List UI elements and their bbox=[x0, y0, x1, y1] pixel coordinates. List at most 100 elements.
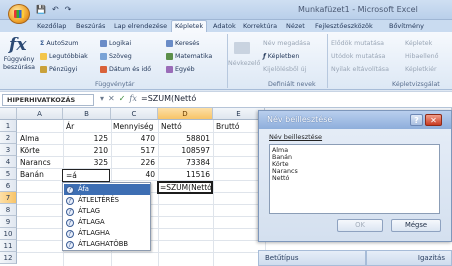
autocomplete-item[interactable]: f ÁTLAG bbox=[64, 206, 150, 217]
list-item[interactable]: Körte bbox=[272, 161, 289, 168]
name-manager-button[interactable]: Névkezelő bbox=[228, 60, 260, 67]
row-header-selected[interactable]: 7 bbox=[0, 192, 17, 204]
table-cell[interactable]: 210 bbox=[63, 145, 108, 157]
tab-formulas[interactable]: Képletek bbox=[171, 20, 208, 32]
dropdown-icon[interactable]: ▾ bbox=[100, 94, 104, 103]
math-button[interactable]: Matematika bbox=[166, 53, 212, 60]
row-header[interactable]: 1 bbox=[0, 120, 17, 132]
undo-icon[interactable]: ↶ bbox=[52, 5, 59, 14]
evaluate-formula-button[interactable]: Képletkiér bbox=[405, 66, 437, 73]
define-name-button[interactable]: Név megadása bbox=[263, 40, 310, 47]
header-cell[interactable]: Nettó bbox=[161, 121, 182, 133]
row-header[interactable]: 8 bbox=[0, 204, 17, 216]
lookup-button[interactable]: Keresés bbox=[166, 40, 199, 47]
table-cell[interactable]: 517 bbox=[111, 145, 155, 157]
save-icon[interactable]: 💾 bbox=[36, 5, 46, 14]
table-cell[interactable]: 108597 bbox=[158, 145, 210, 157]
enter-icon[interactable]: ✓ bbox=[119, 94, 126, 103]
more-functions-button[interactable]: Egyéb bbox=[166, 66, 195, 73]
tab-insert[interactable]: Beszúrás bbox=[73, 21, 108, 32]
autocomplete-item[interactable]: f ÁTLELTÉRÉS bbox=[64, 195, 150, 206]
table-cell[interactable]: 73384 bbox=[158, 157, 210, 169]
formula-autocomplete[interactable]: f Áfa f ÁTLELTÉRÉS f ÁTLAG f ÁTLAGA f ÁTLAGHA… bbox=[62, 182, 151, 251]
remove-arrows-button[interactable]: Nyilak eltávolítása bbox=[331, 66, 389, 73]
name-box[interactable]: HIPERHIVATKOZÁS bbox=[2, 94, 94, 106]
tab-addins[interactable]: Bővítmény bbox=[386, 21, 427, 32]
text-button[interactable]: Szöveg bbox=[100, 53, 132, 60]
header-cell[interactable]: Bruttó bbox=[216, 121, 239, 133]
table-cell[interactable]: 325 bbox=[63, 157, 108, 169]
list-item[interactable]: Nettó bbox=[272, 175, 289, 182]
formula-input[interactable]: =SZUM(Nettó bbox=[141, 94, 196, 103]
row-header[interactable]: 12 bbox=[0, 252, 17, 264]
column-header[interactable]: B bbox=[63, 108, 111, 120]
cell-editor[interactable]: =á bbox=[62, 169, 110, 182]
list-item[interactable]: Banán bbox=[272, 154, 292, 161]
calendar-icon bbox=[100, 66, 107, 73]
row-header[interactable]: 4 bbox=[0, 156, 17, 168]
trace-precedents-button[interactable]: Elődök mutatása bbox=[331, 40, 384, 47]
ribbon: fx Függvény beszúrása Σ AutoSzum Legutóbb… bbox=[0, 32, 452, 90]
row-header[interactable]: 6 bbox=[0, 180, 17, 192]
insert-function-button[interactable]: Függvény beszúrása bbox=[3, 56, 35, 72]
error-checking-button[interactable]: Hibaellenő bbox=[405, 53, 438, 60]
row-header[interactable]: 9 bbox=[0, 216, 17, 228]
active-cell[interactable]: =SZUM(Nettó bbox=[157, 181, 213, 194]
autocomplete-item[interactable]: f ÁTLAGHATÖBB bbox=[64, 239, 150, 250]
cancel-button[interactable]: Mégse bbox=[391, 219, 441, 232]
row-header[interactable]: 11 bbox=[0, 240, 17, 252]
tab-page-layout[interactable]: Lap elrendezése bbox=[111, 21, 170, 32]
office-button[interactable] bbox=[8, 4, 30, 24]
header-cell[interactable]: Mennyiség bbox=[113, 121, 153, 133]
table-cell[interactable]: 11516 bbox=[158, 169, 210, 181]
redo-icon[interactable]: ↷ bbox=[65, 5, 72, 14]
tab-developer[interactable]: Fejlesztőeszközök bbox=[312, 21, 376, 32]
cancel-icon[interactable]: ✕ bbox=[108, 94, 115, 103]
tab-home[interactable]: Kezdőlap bbox=[34, 21, 69, 32]
table-cell[interactable]: 58801 bbox=[158, 133, 210, 145]
row-header[interactable]: 10 bbox=[0, 228, 17, 240]
font-group-tab[interactable]: Betűtípus bbox=[258, 250, 366, 266]
list-item[interactable]: Alma bbox=[272, 147, 288, 154]
datetime-button[interactable]: Dátum és idő bbox=[100, 66, 151, 73]
trace-dependents-button[interactable]: Utódok mutatása bbox=[331, 53, 385, 60]
row-header[interactable]: 3 bbox=[0, 144, 17, 156]
table-cell[interactable]: Körte bbox=[20, 145, 40, 157]
names-listbox[interactable]: Alma Banán Körte Narancs Nettó bbox=[269, 144, 440, 214]
recent-button[interactable]: Legutóbbiak bbox=[40, 53, 88, 60]
show-formulas-button[interactable]: Képletek bbox=[405, 40, 432, 47]
column-header-selected[interactable]: D bbox=[158, 108, 213, 120]
row-header[interactable]: 5 bbox=[0, 168, 17, 180]
create-from-selection-button[interactable]: Kijelölésből új bbox=[263, 66, 306, 73]
column-header[interactable]: C bbox=[111, 108, 158, 120]
autocomplete-item[interactable]: f Áfa bbox=[64, 184, 150, 195]
autocomplete-item[interactable]: f ÁTLAGA bbox=[64, 217, 150, 228]
tab-data[interactable]: Adatok bbox=[210, 21, 239, 32]
table-cell[interactable]: Banán bbox=[20, 169, 44, 181]
logical-button[interactable]: Logikai bbox=[100, 40, 131, 47]
function-icon: f bbox=[66, 185, 74, 194]
help-button[interactable]: ? bbox=[410, 114, 423, 126]
column-header[interactable]: A bbox=[17, 108, 63, 120]
autosum-button[interactable]: Σ AutoSzum bbox=[40, 40, 78, 47]
use-in-formula-button[interactable]: ƒ Képletben bbox=[263, 53, 299, 60]
close-button[interactable]: ✕ bbox=[425, 114, 442, 126]
tab-review[interactable]: Korrektúra bbox=[240, 21, 280, 32]
financial-button[interactable]: Pénzügyi bbox=[40, 66, 77, 73]
row-header[interactable]: 2 bbox=[0, 132, 17, 144]
select-all-corner[interactable] bbox=[0, 108, 17, 120]
autocomplete-item[interactable]: f ÁTLAGHA bbox=[64, 228, 150, 239]
list-item[interactable]: Narancs bbox=[272, 168, 298, 175]
table-cell[interactable]: 226 bbox=[111, 157, 155, 169]
table-cell[interactable]: Narancs bbox=[20, 157, 51, 169]
defined-names-label: Definiált nevek bbox=[268, 81, 316, 88]
table-cell[interactable]: Alma bbox=[20, 133, 39, 145]
ok-button[interactable]: OK bbox=[337, 219, 383, 232]
table-cell[interactable]: 125 bbox=[63, 133, 108, 145]
tab-view[interactable]: Nézet bbox=[283, 21, 308, 32]
table-cell[interactable]: 40 bbox=[111, 169, 155, 181]
header-cell[interactable]: Ár bbox=[66, 121, 74, 133]
fx-icon[interactable]: fx bbox=[129, 94, 136, 103]
table-cell[interactable]: 470 bbox=[111, 133, 155, 145]
alignment-group-tab[interactable]: Igazítás bbox=[366, 250, 452, 266]
